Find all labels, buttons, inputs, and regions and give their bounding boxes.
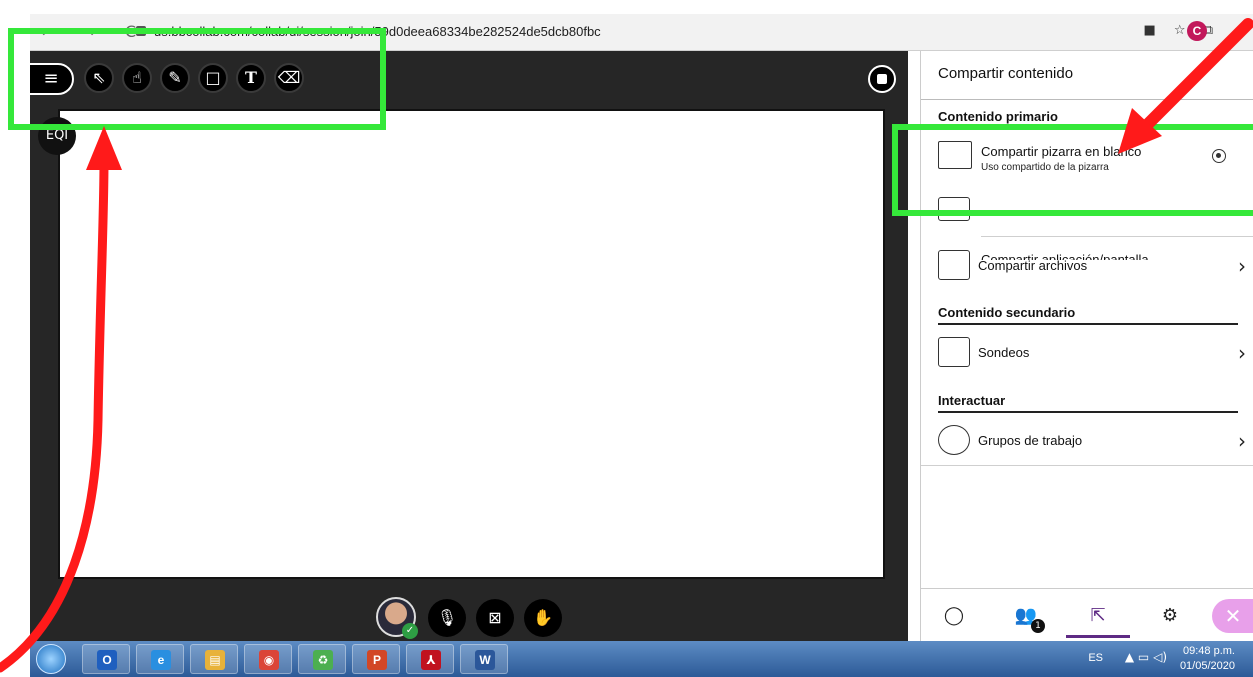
- red-arrow-curve: [0, 155, 109, 673]
- red-arrowhead-up: [86, 126, 122, 170]
- annotation-arrows: [0, 18, 1253, 673]
- red-arrow-diagonal: [1134, 18, 1253, 138]
